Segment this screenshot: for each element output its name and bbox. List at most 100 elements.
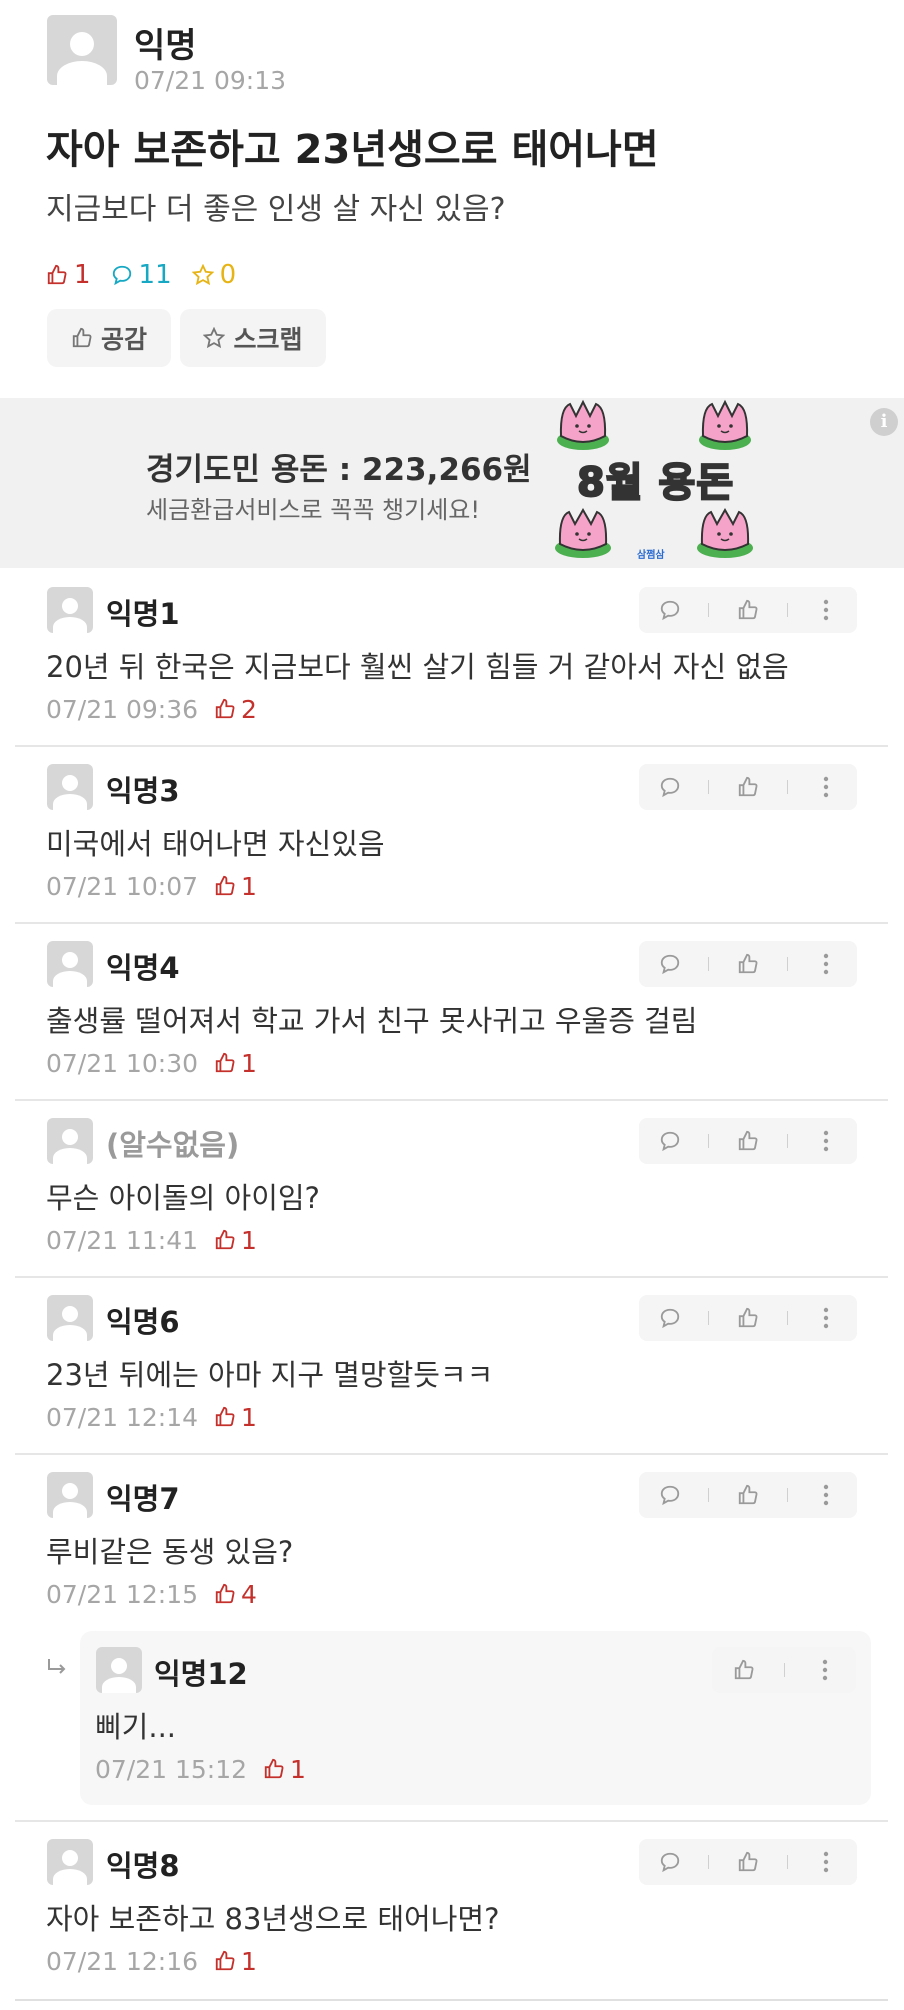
comment-actions xyxy=(639,1839,857,1885)
reply-like-button[interactable] xyxy=(721,1647,767,1693)
thumbs-up-icon xyxy=(215,1229,235,1250)
comment-actions xyxy=(639,587,857,633)
reply-time: 07/21 15:12 xyxy=(95,1754,248,1784)
comment-time: 07/21 12:15 xyxy=(46,1579,199,1609)
comment-author: 익명6 xyxy=(106,1305,180,1339)
thumbs-up-icon xyxy=(215,875,235,896)
more-vertical-icon xyxy=(823,1307,829,1329)
post-header: 익명 07/21 09:13 자아 보존하고 23년생으로 태어나면 지금보다 … xyxy=(0,0,904,398)
comment-like-button[interactable] xyxy=(725,587,771,633)
comment-avatar xyxy=(47,941,93,987)
reply-meta: 07/21 15:12 1 xyxy=(95,1753,306,1785)
comment-meta: 07/21 10:30 1 xyxy=(46,1047,257,1079)
thumbs-up-icon xyxy=(72,327,92,348)
more-button[interactable] xyxy=(803,587,849,633)
author-avatar xyxy=(47,15,117,85)
comment-actions xyxy=(639,1295,857,1341)
like-count-value: 1 xyxy=(74,260,91,290)
comment-text: 출생률 떨어져서 학교 가서 친구 못사귀고 우울증 걸림 xyxy=(46,1004,698,1038)
comment-avatar xyxy=(47,1295,93,1341)
comment-avatar xyxy=(47,587,93,633)
reply-button[interactable] xyxy=(647,1118,693,1164)
scrap-label: 스크랩 xyxy=(233,325,303,354)
post-stats: 1 11 0 xyxy=(46,260,256,290)
more-vertical-icon xyxy=(822,1659,827,1681)
comment: 익명6 23년 뒤에는 아마 지구 멸망할듯ㅋㅋ 07/21 12:14 1 xyxy=(0,1277,904,1454)
comment-count: 11 xyxy=(111,260,172,290)
comment-text: 무슨 아이돌의 아이임? xyxy=(46,1181,320,1215)
comment-meta: 07/21 12:14 1 xyxy=(46,1401,257,1433)
ad-banner[interactable]: 경기도민 용돈 : 223,266원 세금환급서비스로 꼭꼭 챙기세요! 8월 … xyxy=(0,398,904,568)
more-vertical-icon xyxy=(823,599,829,621)
thumbs-up-icon xyxy=(215,698,235,719)
comment-text: 23년 뒤에는 아마 지구 멸망할듯ㅋㅋ xyxy=(46,1358,494,1392)
comment-time: 07/21 10:30 xyxy=(46,1048,199,1078)
comment-icon xyxy=(660,954,679,975)
comment-actions xyxy=(639,941,857,987)
comment: (알수없음) 무슨 아이돌의 아이임? 07/21 11:41 1 xyxy=(0,1100,904,1277)
comment-count-value: 11 xyxy=(138,260,172,290)
comment-like-button[interactable] xyxy=(725,1118,771,1164)
comment-icon xyxy=(660,1308,679,1329)
more-button[interactable] xyxy=(803,1118,849,1164)
comment-actions xyxy=(639,1472,857,1518)
comment-text: 자아 보존하고 83년생으로 태어나면? xyxy=(46,1902,500,1936)
comment-likes-value: 1 xyxy=(241,1946,257,1976)
comment-meta: 07/21 11:41 1 xyxy=(46,1224,257,1256)
comment-author: 익명8 xyxy=(106,1849,180,1883)
comment-like-button[interactable] xyxy=(725,1295,771,1341)
thumbs-up-icon xyxy=(738,1130,758,1151)
tulip-top-right xyxy=(699,399,751,450)
comment: 익명8 자아 보존하고 83년생으로 태어나면? 07/21 12:16 1 xyxy=(0,1821,904,1998)
comment-icon xyxy=(660,600,679,621)
comment-like-button[interactable] xyxy=(725,941,771,987)
comment-like-button[interactable] xyxy=(725,764,771,810)
reply-button[interactable] xyxy=(647,1295,693,1341)
scrap-button[interactable]: 스크랩 xyxy=(180,309,326,367)
reply-actions xyxy=(712,1647,856,1693)
comment-icon xyxy=(112,265,131,286)
reply-button[interactable] xyxy=(647,587,693,633)
more-button[interactable] xyxy=(803,941,849,987)
ad-art-text: 8월 용돈 xyxy=(576,459,735,507)
comment-avatar xyxy=(47,1118,93,1164)
comment-icon xyxy=(660,1852,679,1873)
comment-avatar xyxy=(47,1472,93,1518)
ad-info-icon[interactable]: i xyxy=(870,408,898,436)
comment-likes-value: 1 xyxy=(241,871,257,901)
post-author: 익명 xyxy=(134,26,197,66)
more-button[interactable] xyxy=(803,764,849,810)
comment-icon xyxy=(660,1485,679,1506)
more-button[interactable] xyxy=(803,1295,849,1341)
reply-button[interactable] xyxy=(647,764,693,810)
thumbs-up-icon xyxy=(215,1583,235,1604)
reply-likes: 1 xyxy=(263,1755,306,1784)
reply-author: 익명12 xyxy=(154,1657,248,1691)
star-icon xyxy=(191,264,214,286)
comment-meta: 07/21 10:07 1 xyxy=(46,870,257,902)
comment-likes: 1 xyxy=(214,1226,257,1255)
empathy-label: 공감 xyxy=(100,325,147,354)
comment-likes: 1 xyxy=(214,1049,257,1078)
ad-brand: 삼쩜삼 xyxy=(637,550,665,561)
comment-likes-value: 4 xyxy=(241,1579,257,1609)
comment-like-button[interactable] xyxy=(725,1472,771,1518)
empathy-button[interactable]: 공감 xyxy=(47,309,171,367)
reply-button[interactable] xyxy=(647,1472,693,1518)
tulip-bottom-right xyxy=(697,507,753,558)
more-vertical-icon xyxy=(823,1484,829,1506)
comment: 익명7 루비같은 동생 있음? 07/21 12:15 4 xyxy=(0,1454,904,1631)
reply-button[interactable] xyxy=(647,941,693,987)
comment-author: 익명7 xyxy=(106,1482,180,1516)
comment-like-button[interactable] xyxy=(725,1839,771,1885)
comment-likes: 1 xyxy=(214,1947,257,1976)
reply-button[interactable] xyxy=(647,1839,693,1885)
more-button[interactable] xyxy=(803,1472,849,1518)
comment-likes-value: 1 xyxy=(241,1402,257,1432)
thumbs-up-icon xyxy=(215,1052,235,1073)
thumbs-up-icon xyxy=(215,1950,235,1971)
comment-author: (알수없음) xyxy=(106,1128,240,1162)
more-button[interactable] xyxy=(803,1839,849,1885)
reply-more-button[interactable] xyxy=(802,1647,848,1693)
comment-likes: 1 xyxy=(214,872,257,901)
